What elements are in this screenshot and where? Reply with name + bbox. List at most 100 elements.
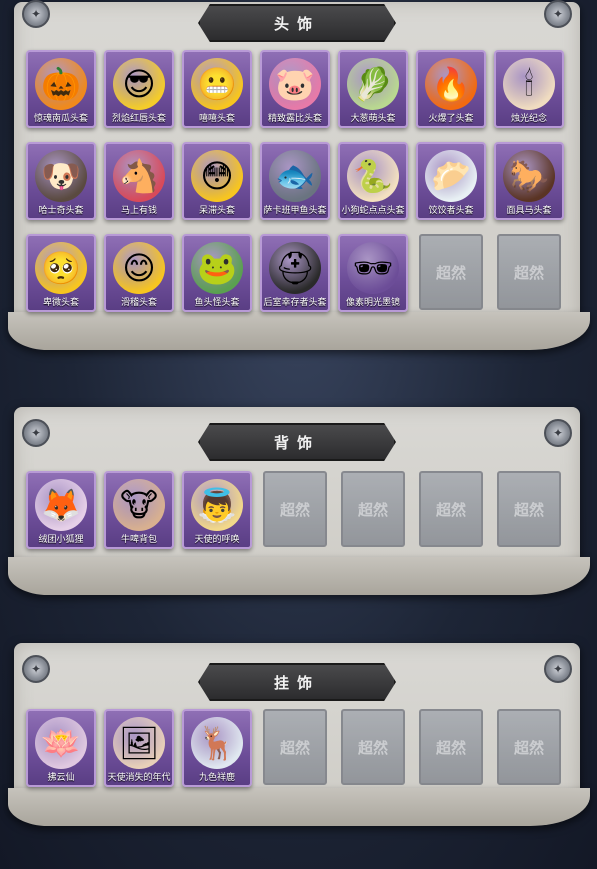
fish-monster-mask-icon: 🐸 — [191, 242, 243, 294]
item-card[interactable]: 🥬 大葱萌头套 — [338, 50, 408, 128]
item-label: 精致露比头套 — [267, 114, 322, 124]
pendant-grid: 🪷 拂云仙 🖼 天使消失的年代 🦌 九色祥鹿 超然 超然 超然 超然 — [26, 709, 564, 787]
empty-slot: 超然 — [263, 471, 327, 547]
item-label: 呆滞头套 — [198, 206, 235, 216]
cloud-fairy-charm-icon: 🪷 — [35, 717, 87, 769]
empty-slot: 超然 — [419, 471, 483, 547]
item-card[interactable]: 😊 滑稽头套 — [104, 234, 174, 312]
empty-slot: 超然 — [419, 709, 483, 785]
angel-portrait-charm-icon: 🖼 — [113, 717, 165, 769]
item-card[interactable]: 🎃 惊魂南瓜头套 — [26, 50, 96, 128]
item-label: 后室幸存者头套 — [263, 298, 327, 308]
item-label: 鱼头怪头套 — [194, 298, 240, 308]
husky-mask-icon: 🐶 — [35, 150, 87, 202]
item-card[interactable]: 👼 天使的呼唤 — [182, 471, 252, 549]
item-card[interactable]: 🐎 面具马头套 — [494, 142, 564, 220]
headwear-panel: ✦ ✦ 头饰 🎃 惊魂南瓜头套 😎 烈焰红唇头套 😬 嘻嘻头套 🐷 精致露比头套 🥬 大葱萌头套 🔥… — [8, 0, 590, 350]
item-label: 卑微头套 — [42, 298, 79, 308]
headwear-grid: 🎃 惊魂南瓜头套 😎 烈焰红唇头套 😬 嘻嘻头套 🐷 精致露比头套 🥬 大葱萌头套 🔥 火爆了头套 🕯 烛… — [26, 50, 564, 312]
item-card[interactable]: 🥟 饺饺者头套 — [416, 142, 486, 220]
fox-plush-icon: 🦊 — [35, 479, 87, 531]
backwear-panel: ✦ ✦ 背饰 🦊 绒团小狐狸 🐮 牛啤背包 👼 天使的呼唤 超然 超然 超然 超然 — [8, 407, 590, 595]
item-label: 牛啤背包 — [120, 535, 157, 545]
item-label: 嘻嘻头套 — [198, 114, 235, 124]
item-card[interactable]: 🦊 绒团小狐狸 — [26, 471, 96, 549]
pink-horse-hat-icon: 🐴 — [113, 150, 165, 202]
emblem-left-icon: ✦ — [22, 0, 50, 28]
emblem-left-icon: ✦ — [22, 655, 50, 683]
item-card[interactable]: 😎 烈焰红唇头套 — [104, 50, 174, 128]
item-card[interactable]: 🐷 精致露比头套 — [260, 50, 330, 128]
item-card[interactable]: 🐶 哈士奇头套 — [26, 142, 96, 220]
item-card[interactable]: 🔥 火爆了头套 — [416, 50, 486, 128]
empty-slot: 超然 — [341, 709, 405, 785]
item-label: 马上有钱 — [120, 206, 157, 216]
fish-mask-icon: 🐟 — [269, 150, 321, 202]
cow-beer-backpack-icon: 🐮 — [113, 479, 165, 531]
section-title-headwear: 头饰 — [198, 4, 396, 42]
section-title-backwear: 背饰 — [198, 423, 396, 461]
dazed-emoji-mask-icon: 😳 — [191, 150, 243, 202]
item-label: 九色祥鹿 — [198, 773, 235, 783]
item-card[interactable]: 🖼 天使消失的年代 — [104, 709, 174, 787]
empty-slot: 超然 — [497, 234, 561, 310]
item-label: 大葱萌头套 — [350, 114, 396, 124]
dumpling-mask-icon: 🥟 — [425, 150, 477, 202]
humble-emoji-mask-icon: 🥺 — [35, 242, 87, 294]
gas-mask-helmet-icon: ⛑ — [269, 242, 321, 294]
item-label: 天使消失的年代 — [107, 773, 171, 783]
item-label: 烛光纪念 — [510, 114, 547, 124]
item-label: 烈焰红唇头套 — [111, 114, 166, 124]
item-label: 面具马头套 — [506, 206, 552, 216]
item-label: 拂云仙 — [47, 773, 75, 783]
empty-slot: 超然 — [497, 709, 561, 785]
puppy-snake-mask-icon: 🐍 — [347, 150, 399, 202]
item-card[interactable]: 🥺 卑微头套 — [26, 234, 96, 312]
emblem-left-icon: ✦ — [22, 419, 50, 447]
item-card[interactable]: 🐸 鱼头怪头套 — [182, 234, 252, 312]
item-card[interactable]: 🐍 小狗蛇点点头套 — [338, 142, 408, 220]
section-title-pendant: 挂饰 — [198, 663, 396, 701]
empty-slot: 超然 — [263, 709, 327, 785]
item-label: 饺饺者头套 — [428, 206, 474, 216]
item-card[interactable]: ⛑ 后室幸存者头套 — [260, 234, 330, 312]
item-card[interactable]: 😳 呆滞头套 — [182, 142, 252, 220]
empty-slot: 超然 — [419, 234, 483, 310]
empty-slot: 超然 — [497, 471, 561, 547]
emblem-right-icon: ✦ — [544, 655, 572, 683]
grin-emoji-mask-icon: 😬 — [191, 58, 243, 110]
item-label: 萨卡班甲鱼头套 — [263, 206, 327, 216]
pixel-sunglasses-icon: 🕶 — [347, 242, 399, 294]
item-card[interactable]: 🦌 九色祥鹿 — [182, 709, 252, 787]
horse-head-mask-icon: 🐎 — [503, 150, 555, 202]
backwear-grid: 🦊 绒团小狐狸 🐮 牛啤背包 👼 天使的呼唤 超然 超然 超然 超然 — [26, 471, 564, 549]
emblem-right-icon: ✦ — [544, 419, 572, 447]
item-label: 绒团小狐狸 — [38, 535, 84, 545]
pendant-panel: ✦ ✦ 挂饰 🪷 拂云仙 🖼 天使消失的年代 🦌 九色祥鹿 超然 超然 超然 超然 — [8, 643, 590, 826]
pumpkin-mask-icon: 🎃 — [35, 58, 87, 110]
item-label: 像素明光墨镜 — [345, 298, 400, 308]
item-card[interactable]: 😬 嘻嘻头套 — [182, 50, 252, 128]
item-label: 小狗蛇点点头套 — [341, 206, 405, 216]
item-card[interactable]: 🪷 拂云仙 — [26, 709, 96, 787]
empty-slot: 超然 — [341, 471, 405, 547]
funny-emoji-mask-icon: 😊 — [113, 242, 165, 294]
emblem-right-icon: ✦ — [544, 0, 572, 28]
item-card[interactable]: 🐟 萨卡班甲鱼头套 — [260, 142, 330, 220]
item-label: 惊魂南瓜头套 — [33, 114, 88, 124]
item-card[interactable]: 🐴 马上有钱 — [104, 142, 174, 220]
fire-mask-icon: 🔥 — [425, 58, 477, 110]
nine-color-deer-charm-icon: 🦌 — [191, 717, 243, 769]
item-label: 滑稽头套 — [120, 298, 157, 308]
item-label: 哈士奇头套 — [38, 206, 84, 216]
item-label: 天使的呼唤 — [194, 535, 240, 545]
item-card[interactable]: 🐮 牛啤背包 — [104, 471, 174, 549]
candle-mask-icon: 🕯 — [503, 58, 555, 110]
item-card[interactable]: 🕶 像素明光墨镜 — [338, 234, 408, 312]
angel-doll-icon: 👼 — [191, 479, 243, 531]
scallion-mask-icon: 🥬 — [347, 58, 399, 110]
pink-bird-mask-icon: 🐷 — [269, 58, 321, 110]
pikachu-mask-icon: 😎 — [113, 58, 165, 110]
item-label: 火爆了头套 — [428, 114, 474, 124]
item-card[interactable]: 🕯 烛光纪念 — [494, 50, 564, 128]
